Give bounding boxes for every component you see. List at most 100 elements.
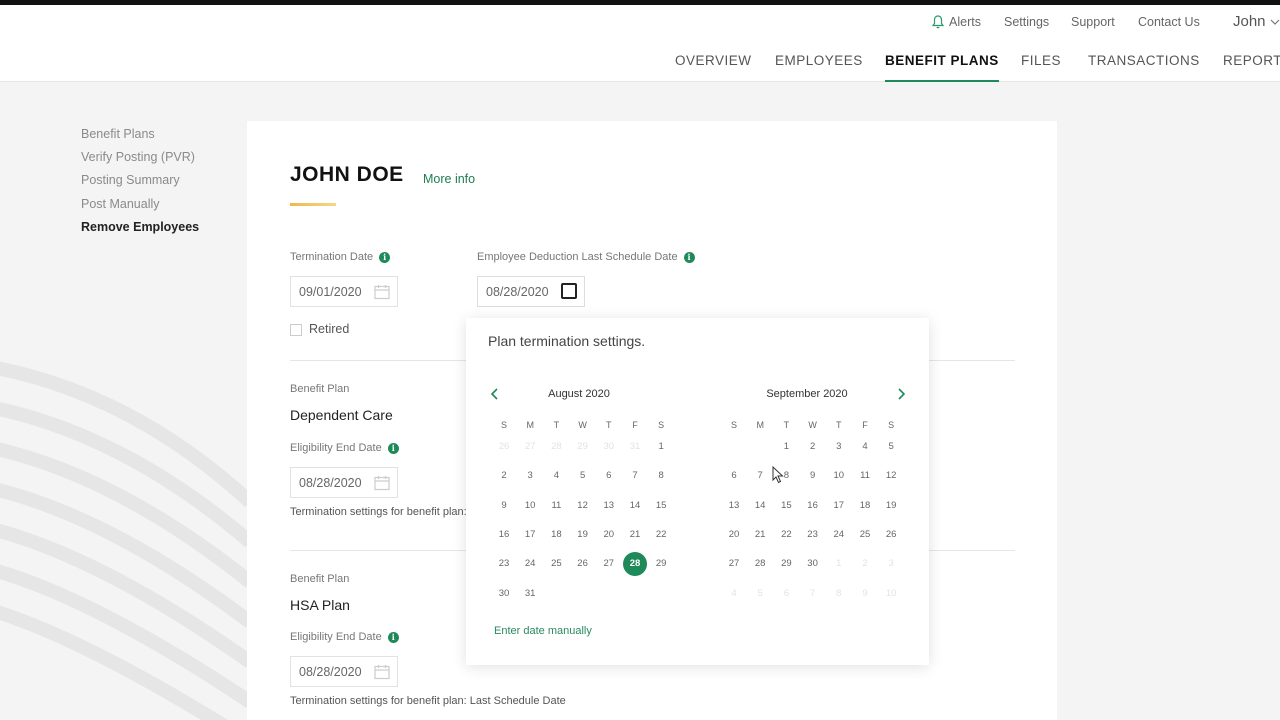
- info-icon[interactable]: i: [683, 251, 695, 263]
- calendar-day[interactable]: 14: [623, 494, 647, 518]
- settings-link[interactable]: Settings: [1004, 15, 1049, 29]
- sidebar-item-post-manually[interactable]: Post Manually: [81, 197, 199, 220]
- calendar-day[interactable]: 6: [722, 464, 746, 488]
- calendar-icon[interactable]: [374, 664, 390, 680]
- calendar-day[interactable]: 30: [801, 552, 825, 576]
- calendar-day[interactable]: 4: [853, 435, 877, 459]
- weekday-header: W: [808, 420, 817, 430]
- tab-reports[interactable]: REPORTS: [1223, 53, 1280, 82]
- calendar-day[interactable]: 18: [544, 523, 568, 547]
- calendar-day[interactable]: 24: [518, 552, 542, 576]
- calendar-day[interactable]: 31: [518, 582, 542, 606]
- calendar-day[interactable]: 21: [748, 523, 772, 547]
- info-icon[interactable]: i: [387, 442, 399, 454]
- calendar-day[interactable]: 29: [774, 552, 798, 576]
- calendar-day-outside: 7: [809, 587, 816, 599]
- calendar-day[interactable]: 25: [544, 552, 568, 576]
- termination-date-input[interactable]: 09/01/2020: [290, 276, 398, 307]
- calendar-day[interactable]: 22: [649, 523, 673, 547]
- calendar-day-selected[interactable]: 28: [623, 552, 647, 577]
- tab-employees[interactable]: EMPLOYEES: [775, 53, 863, 82]
- calendar-day[interactable]: 9: [492, 494, 516, 518]
- calendar-day[interactable]: 19: [571, 523, 595, 547]
- retired-checkbox[interactable]: [290, 324, 302, 336]
- calendar-day[interactable]: 24: [827, 523, 851, 547]
- calendar-day[interactable]: 11: [544, 494, 568, 518]
- calendar-day[interactable]: 8: [649, 464, 673, 488]
- calendar-icon[interactable]: [374, 475, 390, 491]
- deduction-date-label: Employee Deduction Last Schedule Date i: [477, 251, 695, 263]
- sidebar-item-posting-summary[interactable]: Posting Summary: [81, 173, 199, 196]
- calendar-day[interactable]: 16: [492, 523, 516, 547]
- info-icon[interactable]: i: [387, 631, 399, 643]
- tab-files[interactable]: FILES: [1021, 53, 1061, 82]
- calendar-day[interactable]: 9: [801, 464, 825, 488]
- calendar-day[interactable]: 5: [571, 464, 595, 488]
- calendar-day[interactable]: 2: [801, 435, 825, 459]
- info-icon[interactable]: i: [379, 251, 391, 263]
- contact-link[interactable]: Contact Us: [1138, 15, 1200, 29]
- calendar-day[interactable]: 14: [748, 494, 772, 518]
- eligibility-end-input[interactable]: 08/28/2020: [290, 656, 398, 687]
- more-info-link[interactable]: More info: [423, 172, 475, 186]
- calendar-day[interactable]: 2: [492, 464, 516, 488]
- chevron-right-icon[interactable]: [895, 386, 907, 402]
- calendar-day[interactable]: 15: [774, 494, 798, 518]
- calendar-day[interactable]: 3: [827, 435, 851, 459]
- calendar-day[interactable]: 13: [722, 494, 746, 518]
- calendar-icon[interactable]: [561, 283, 577, 299]
- calendar-day[interactable]: 26: [571, 552, 595, 576]
- calendar-day[interactable]: 1: [774, 435, 798, 459]
- eligibility-end-input[interactable]: 08/28/2020: [290, 467, 398, 498]
- calendar-day[interactable]: 28: [748, 552, 772, 576]
- calendar-day[interactable]: 12: [571, 494, 595, 518]
- calendar-day[interactable]: 15: [649, 494, 673, 518]
- calendar-day[interactable]: 25: [853, 523, 877, 547]
- sidebar-item-remove-employees[interactable]: Remove Employees: [81, 220, 199, 243]
- eligibility-end-value: 08/28/2020: [299, 476, 362, 490]
- tab-benefit-plans[interactable]: BENEFIT PLANS: [885, 53, 999, 82]
- calendar-day-outside: 6: [783, 587, 790, 599]
- deduction-date-input[interactable]: 08/28/2020: [477, 276, 585, 307]
- sidebar-item-benefit-plans[interactable]: Benefit Plans: [81, 127, 199, 150]
- calendar-day[interactable]: 19: [879, 494, 903, 518]
- right-month-title: September 2020: [766, 388, 848, 400]
- eligibility-end-label: Eligibility End Date i: [290, 442, 399, 454]
- calendar-day[interactable]: 1: [649, 435, 673, 459]
- enter-date-manually-link[interactable]: Enter date manually: [494, 625, 592, 637]
- calendar-day[interactable]: 17: [518, 523, 542, 547]
- calendar-day[interactable]: 10: [518, 494, 542, 518]
- calendar-day[interactable]: 18: [853, 494, 877, 518]
- calendar-icon[interactable]: [374, 284, 390, 300]
- calendar-day[interactable]: 3: [518, 464, 542, 488]
- support-link[interactable]: Support: [1071, 15, 1115, 29]
- calendar-day[interactable]: 10: [827, 464, 851, 488]
- calendar-day[interactable]: 7: [748, 464, 772, 488]
- calendar-day[interactable]: 27: [597, 552, 621, 576]
- calendar-day-outside: 3: [888, 558, 894, 570]
- calendar-day[interactable]: 27: [722, 552, 746, 576]
- calendar-day[interactable]: 13: [597, 494, 621, 518]
- user-menu[interactable]: John: [1233, 13, 1280, 30]
- calendar-day[interactable]: 17: [827, 494, 851, 518]
- tab-overview[interactable]: OVERVIEW: [675, 53, 752, 82]
- calendar-day[interactable]: 30: [492, 582, 516, 606]
- calendar-day[interactable]: 26: [879, 523, 903, 547]
- calendar-day[interactable]: 5: [879, 435, 903, 459]
- calendar-day[interactable]: 7: [623, 464, 647, 488]
- tab-transactions[interactable]: TRANSACTIONS: [1088, 53, 1200, 82]
- calendar-day[interactable]: 23: [801, 523, 825, 547]
- alerts-link[interactable]: Alerts: [932, 15, 981, 29]
- calendar-day[interactable]: 11: [853, 464, 877, 488]
- calendar-day[interactable]: 12: [879, 464, 903, 488]
- calendar-day[interactable]: 6: [597, 464, 621, 488]
- calendar-day[interactable]: 20: [597, 523, 621, 547]
- calendar-day[interactable]: 20: [722, 523, 746, 547]
- calendar-day[interactable]: 29: [649, 552, 673, 576]
- calendar-day[interactable]: 4: [544, 464, 568, 488]
- calendar-day[interactable]: 16: [801, 494, 825, 518]
- calendar-day[interactable]: 22: [774, 523, 798, 547]
- sidebar-item-verify-posting[interactable]: Verify Posting (PVR): [81, 150, 199, 173]
- calendar-day[interactable]: 21: [623, 523, 647, 547]
- calendar-day[interactable]: 23: [492, 552, 516, 576]
